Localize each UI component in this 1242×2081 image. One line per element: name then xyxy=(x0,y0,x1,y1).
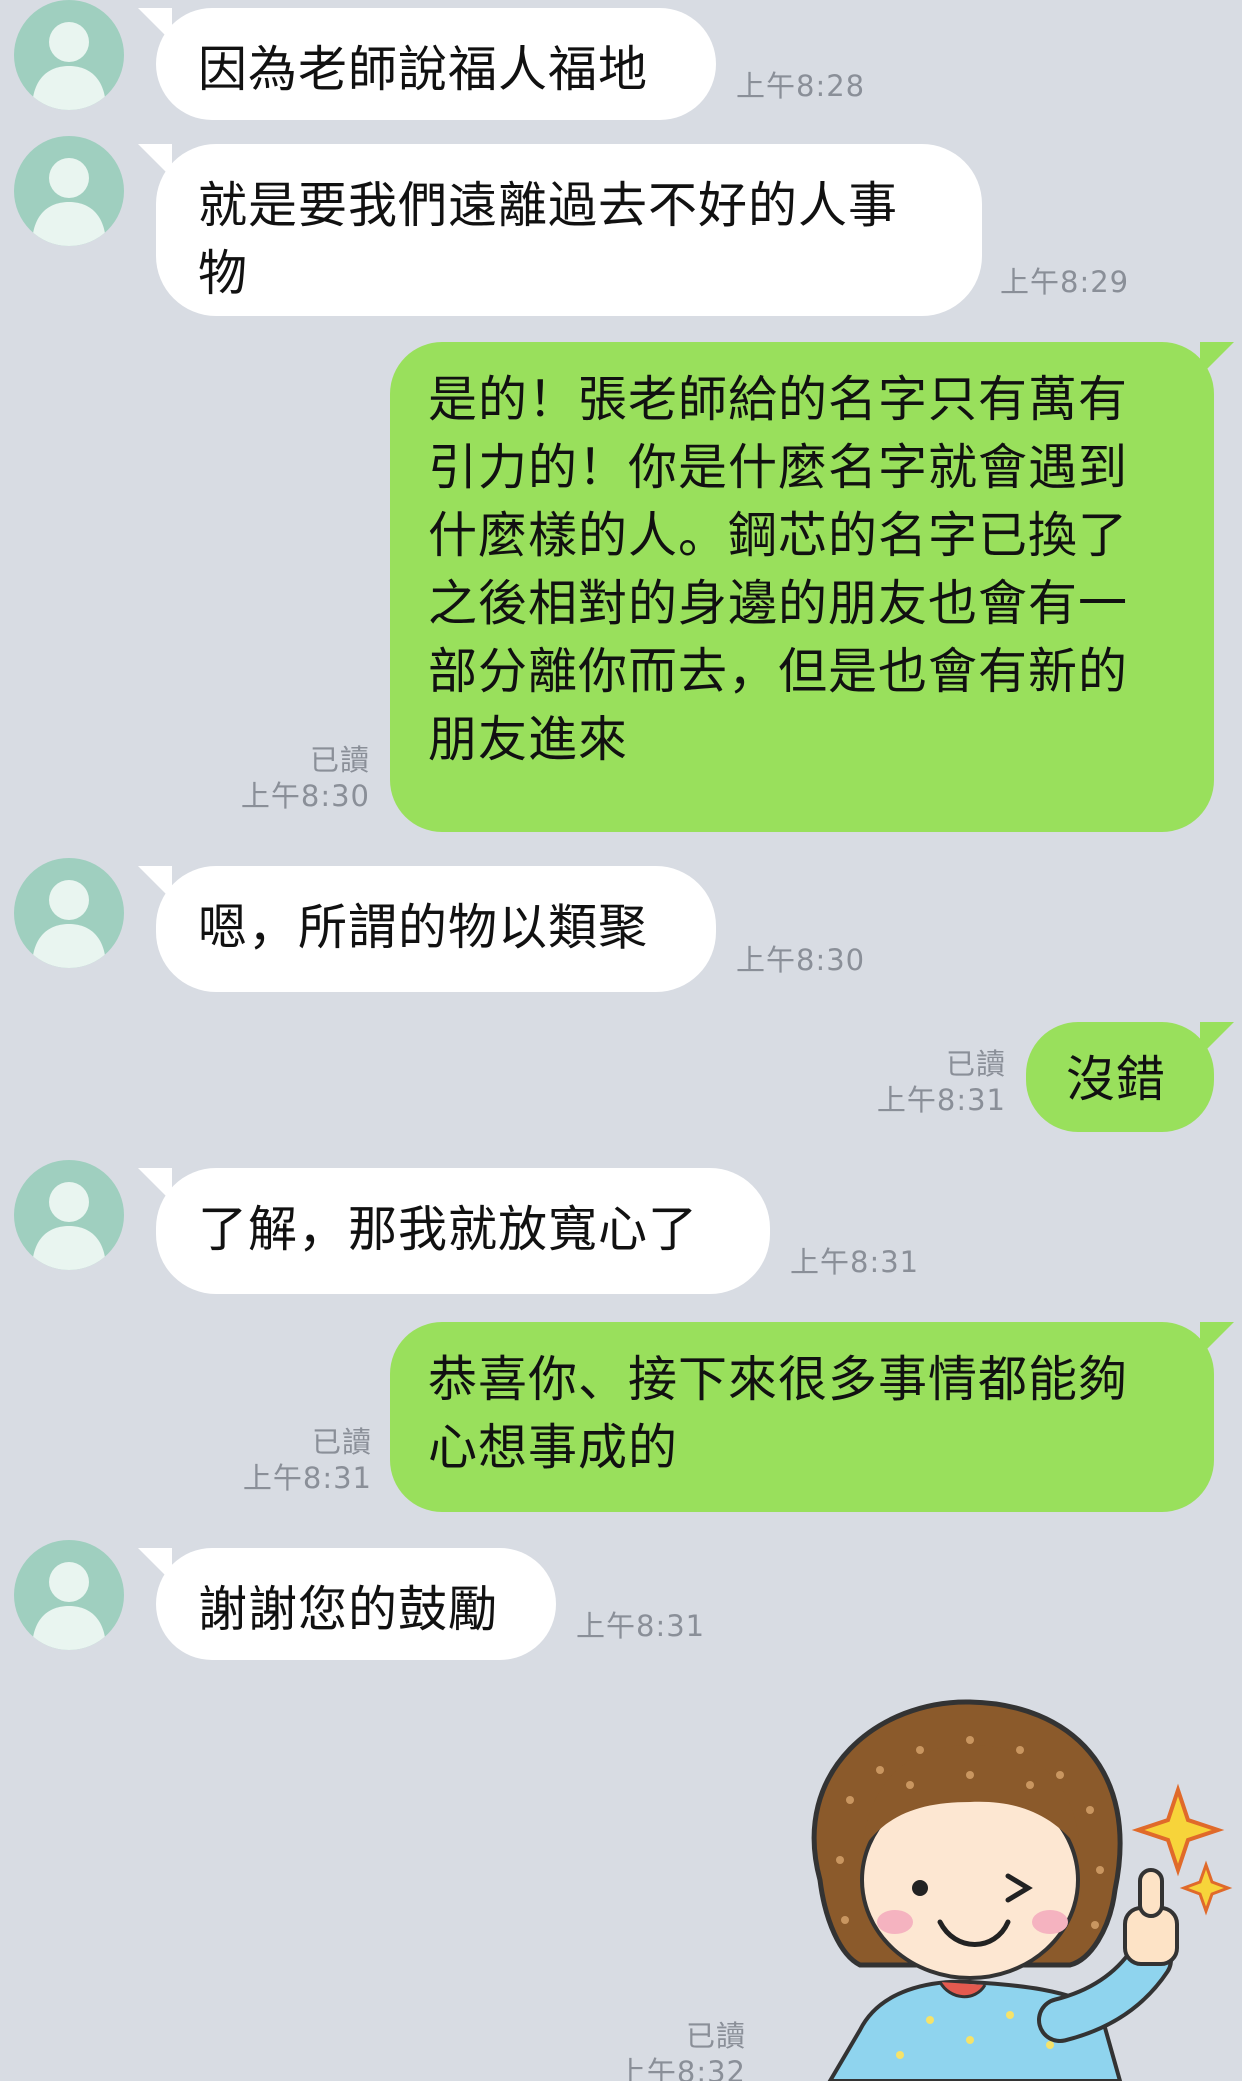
message-text: 沒錯 xyxy=(1066,1051,1167,1108)
message-time: 上午8:30 xyxy=(240,779,370,813)
outgoing-message-bubble[interactable]: 恭喜你、接下來很多事情都能夠心想事成的 xyxy=(390,1322,1214,1512)
message-text: 恭喜你、接下來很多事情都能夠心想事成的 xyxy=(428,1351,1129,1476)
message-meta: 已讀 上午8:31 xyxy=(200,1424,372,1496)
sender-avatar[interactable] xyxy=(14,858,124,968)
message-text: 就是要我們遠離過去不好的人事物 xyxy=(198,177,899,302)
sender-avatar[interactable] xyxy=(14,1160,124,1270)
default-user-avatar-icon xyxy=(32,1562,106,1650)
default-user-avatar-icon xyxy=(32,158,106,246)
incoming-message-bubble[interactable]: 了解，那我就放寬心了 xyxy=(156,1168,770,1294)
message-meta: 已讀 上午8:30 xyxy=(200,742,370,814)
message-time: 上午8:31 xyxy=(876,1083,1006,1117)
girl-thumbs-up-wink-sticker[interactable] xyxy=(770,1690,1240,2081)
message-text: 了解，那我就放寬心了 xyxy=(198,1201,699,1258)
sticker-image xyxy=(811,1699,1233,2081)
message-text: 因為老師說福人福地 xyxy=(198,41,649,98)
read-status: 已讀 xyxy=(945,1047,1006,1081)
incoming-message-bubble[interactable]: 就是要我們遠離過去不好的人事物 xyxy=(156,144,982,316)
sender-avatar[interactable] xyxy=(14,0,124,110)
incoming-message-bubble[interactable]: 謝謝您的鼓勵 xyxy=(156,1548,556,1660)
message-time: 上午8:28 xyxy=(736,69,866,103)
read-status: 已讀 xyxy=(685,2019,746,2053)
outgoing-message-bubble[interactable]: 是的！張老師給的名字只有萬有引力的！你是什麼名字就會遇到什麼樣的人。鋼芯的名字已… xyxy=(390,342,1214,832)
message-time: 上午8:31 xyxy=(242,1461,372,1495)
default-user-avatar-icon xyxy=(32,22,106,110)
read-status: 已讀 xyxy=(311,1425,372,1459)
chat-message-list[interactable]: 因為老師說福人福地 上午8:28 就是要我們遠離過去不好的人事物 上午8:29 … xyxy=(0,0,1242,2081)
sender-avatar[interactable] xyxy=(14,136,124,246)
incoming-message-bubble[interactable]: 因為老師說福人福地 xyxy=(156,8,716,120)
sender-avatar[interactable] xyxy=(14,1540,124,1650)
message-time: 上午8:31 xyxy=(790,1245,920,1279)
message-text: 嗯，所謂的物以類聚 xyxy=(198,899,649,956)
message-time: 上午8:32 xyxy=(616,2055,746,2081)
message-time: 上午8:29 xyxy=(1000,265,1130,299)
default-user-avatar-icon xyxy=(32,1182,106,1270)
message-meta: 已讀 上午8:31 xyxy=(820,1046,1006,1118)
message-text: 是的！張老師給的名字只有萬有引力的！你是什麼名字就會遇到什麼樣的人。鋼芯的名字已… xyxy=(428,371,1129,768)
outgoing-message-bubble[interactable]: 沒錯 xyxy=(1026,1022,1214,1132)
message-time: 上午8:31 xyxy=(576,1609,706,1643)
message-meta: 已讀 上午8:32 xyxy=(600,2018,746,2081)
message-text: 謝謝您的鼓勵 xyxy=(198,1581,499,1638)
read-status: 已讀 xyxy=(309,743,370,777)
message-time: 上午8:30 xyxy=(736,943,866,977)
incoming-message-bubble[interactable]: 嗯，所謂的物以類聚 xyxy=(156,866,716,992)
default-user-avatar-icon xyxy=(32,880,106,968)
